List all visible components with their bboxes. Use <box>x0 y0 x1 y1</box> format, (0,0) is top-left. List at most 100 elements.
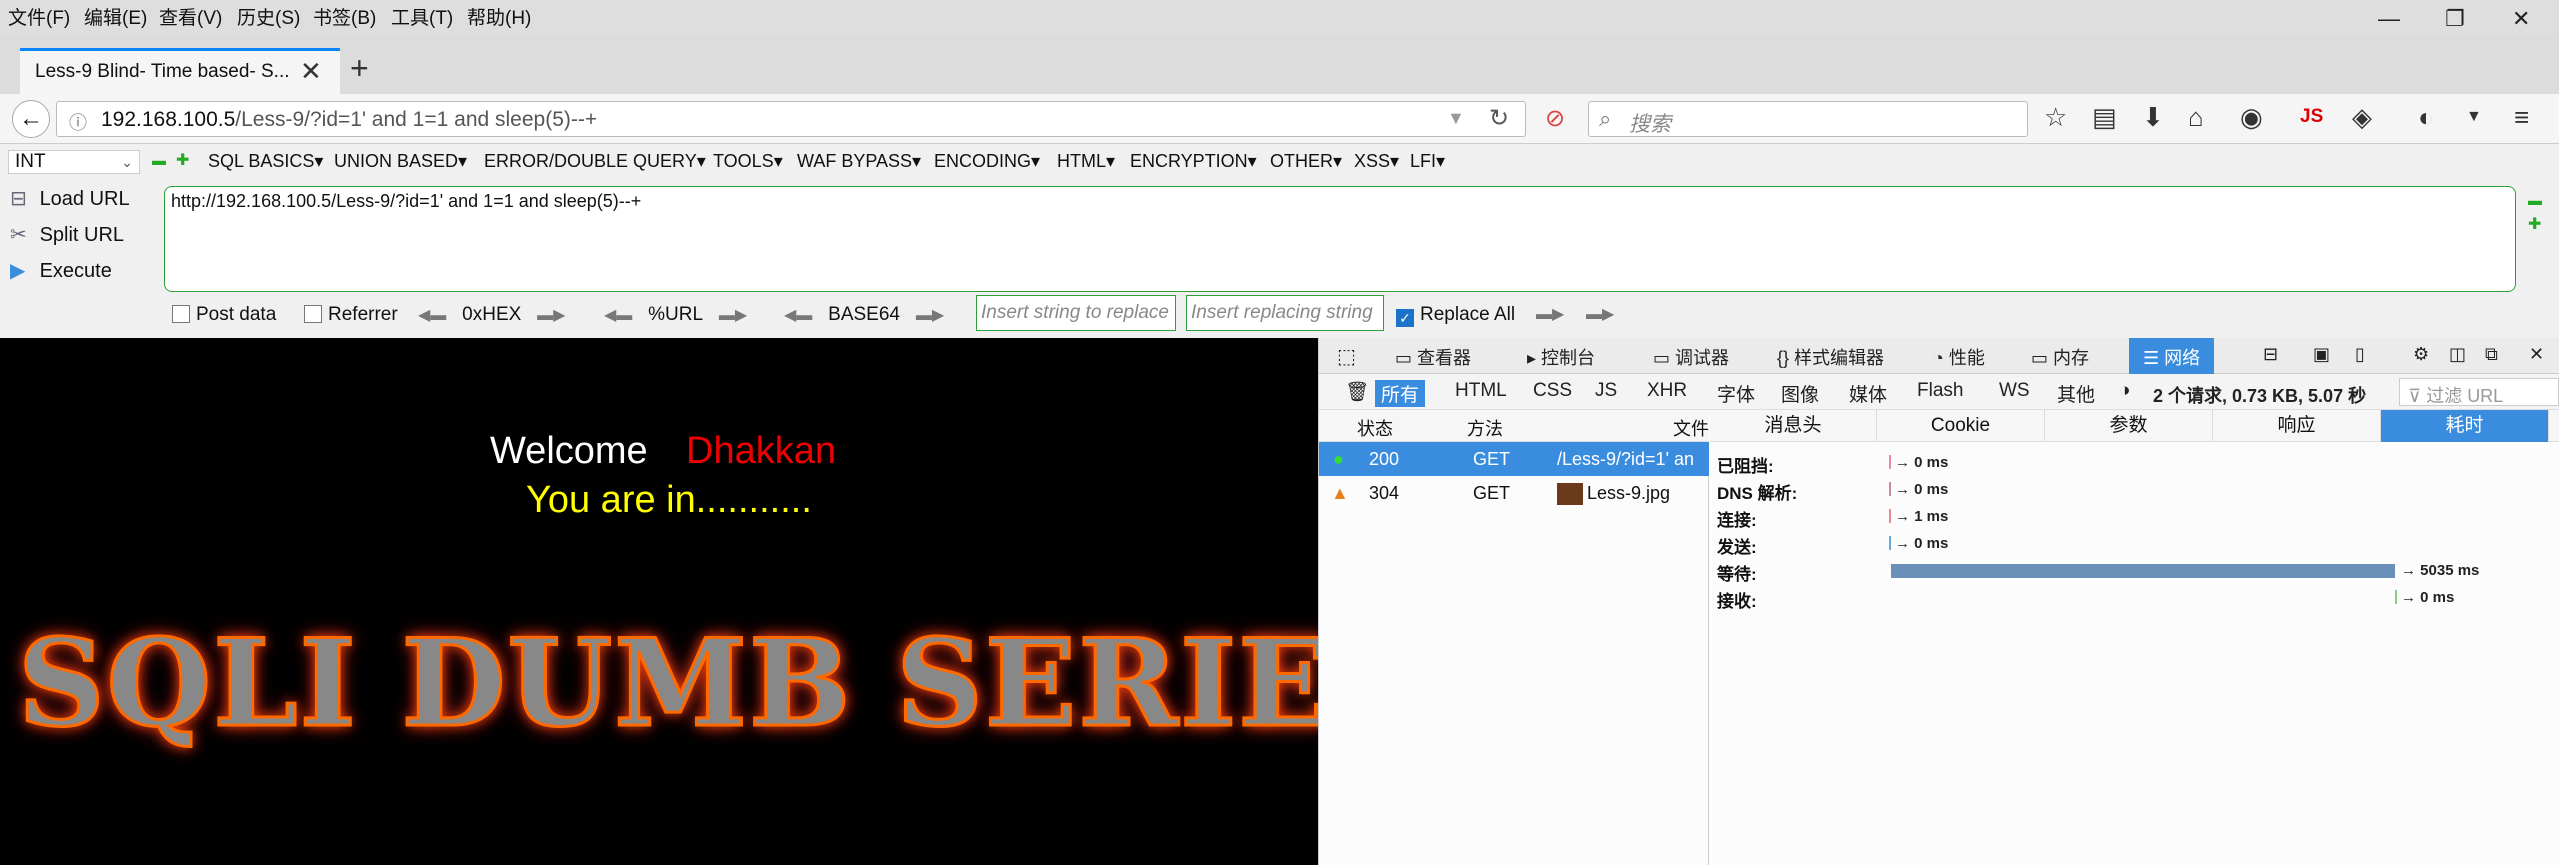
filter-xhr[interactable]: XHR <box>1641 380 1693 402</box>
plus-icon[interactable]: ✚ <box>2528 214 2541 234</box>
extension-icon[interactable]: ◈ <box>2352 102 2372 133</box>
filter-images[interactable]: 图像 <box>1775 380 1825 407</box>
col-method[interactable]: 方法 <box>1467 415 1503 441</box>
tab-network-label: 网络 <box>2164 348 2201 368</box>
dropdown-icon[interactable]: ▼ <box>1447 108 1465 129</box>
split-url-button[interactable]: ✂ Split URL <box>10 222 124 247</box>
post-data-checkbox[interactable]: Post data <box>172 304 276 326</box>
tab-headers[interactable]: 消息头 <box>1710 410 1877 442</box>
filter-all[interactable]: 所有 <box>1375 380 1426 407</box>
info-icon[interactable]: ⓘ <box>69 109 87 135</box>
hex-encode-button[interactable]: ◀▬ 0xHEX ▬▶ <box>418 304 565 326</box>
tab-timings[interactable]: 耗时 <box>2381 410 2549 442</box>
new-tab-button[interactable]: + <box>350 52 369 84</box>
menu-html[interactable]: HTML▾ <box>1057 151 1115 172</box>
replace-string-input[interactable]: Insert string to replace <box>976 295 1176 331</box>
palette-icon[interactable]: ◐ <box>2418 102 2434 133</box>
tab-console[interactable]: ▸ 控制台 <box>1527 344 1595 370</box>
menu-edit[interactable]: 编辑(E) <box>84 3 147 30</box>
execute-button[interactable]: ▶ Execute <box>10 258 112 283</box>
menu-other[interactable]: OTHER▾ <box>1270 151 1342 172</box>
url-textarea[interactable]: http://192.168.100.5/Less-9/?id=1' and 1… <box>164 186 2516 292</box>
minus-icon[interactable]: ▬ <box>152 152 166 168</box>
filter-html[interactable]: HTML <box>1449 380 1513 402</box>
url-bar[interactable]: ⓘ 192.168.100.5/Less-9/?id=1' and 1=1 an… <box>56 101 1526 137</box>
menu-encoding[interactable]: ENCODING▾ <box>934 151 1040 172</box>
menu-waf-bypass[interactable]: WAF BYPASS▾ <box>797 151 921 172</box>
download-icon[interactable]: ⬇ <box>2142 102 2164 133</box>
bookmark-star-icon[interactable]: ☆ <box>2044 102 2067 133</box>
filter-url-input[interactable]: ⊽ 过滤 URL <box>2399 378 2559 406</box>
more-dropdown-icon[interactable]: ▼ <box>2466 108 2482 126</box>
col-status[interactable]: 状态 <box>1357 415 1393 441</box>
tab-close-icon[interactable]: ✕ <box>300 56 322 87</box>
base64-button[interactable]: ◀▬ BASE64 ▬▶ <box>784 304 944 326</box>
menu-error-double-query[interactable]: ERROR/DOUBLE QUERY▾ <box>484 151 706 172</box>
globe-icon[interactable]: ◉ <box>2240 102 2263 133</box>
close-window-button[interactable]: ✕ <box>2512 6 2530 32</box>
tab-response[interactable]: 响应 <box>2213 410 2381 442</box>
referrer-checkbox[interactable]: Referrer <box>304 304 398 326</box>
tab-params[interactable]: 参数 <box>2045 410 2213 442</box>
restore-button[interactable]: ❐ <box>2445 6 2465 32</box>
console-split-icon[interactable]: ▣ <box>2313 344 2330 365</box>
replace-arrow-button[interactable]: ▬▶ <box>1536 304 1564 324</box>
filter-media[interactable]: 媒体 <box>1843 380 1893 407</box>
request-row[interactable]: ● 200 GET /Less-9/?id=1' an <box>1319 442 1709 476</box>
reading-list-icon[interactable]: ▤ <box>2092 102 2117 133</box>
menu-sql-basics[interactable]: SQL BASICS▾ <box>208 151 323 172</box>
undock-icon[interactable]: ⧉ <box>2485 344 2498 365</box>
tab-inspector[interactable]: ▭ 查看器 <box>1395 344 1471 370</box>
tab-memory[interactable]: ▭ 内存 <box>2031 344 2089 370</box>
hamburger-menu-icon[interactable]: ≡ <box>2514 102 2529 133</box>
filter-fonts[interactable]: 字体 <box>1711 380 1761 407</box>
plus-icon[interactable]: ✚ <box>176 150 189 170</box>
search-bar[interactable]: ⌕ 搜索 <box>1588 101 2028 137</box>
dock-icon[interactable]: ◫ <box>2449 344 2466 365</box>
menu-tools[interactable]: 工具(T) <box>391 3 453 30</box>
menu-encryption[interactable]: ENCRYPTION▾ <box>1130 151 1257 172</box>
tab-cookies[interactable]: Cookie <box>1877 410 2045 442</box>
layout-icon[interactable]: ⊟ <box>2263 344 2278 365</box>
menu-help[interactable]: 帮助(H) <box>467 3 531 30</box>
tab-less9[interactable]: Less-9 Blind- Time based- S... ✕ <box>20 48 340 94</box>
replace-arrow-button-2[interactable]: ▬▶ <box>1586 304 1614 324</box>
load-url-button[interactable]: ⊟ Load URL <box>10 186 130 211</box>
col-file[interactable]: 文件 <box>1673 415 1709 441</box>
back-button[interactable]: ← <box>12 100 50 138</box>
menu-union-based[interactable]: UNION BASED▾ <box>334 151 467 172</box>
pick-element-icon[interactable]: ⬚ <box>1337 344 1356 369</box>
url-encode-button[interactable]: ◀▬ %URL ▬▶ <box>604 304 747 326</box>
filter-js[interactable]: JS <box>1589 380 1623 402</box>
type-select[interactable]: INT ⌄ <box>8 150 140 174</box>
menu-history[interactable]: 历史(S) <box>237 3 300 30</box>
responsive-icon[interactable]: ▯ <box>2355 344 2365 365</box>
replace-all-checkbox[interactable]: ✓ Replace All <box>1396 304 1515 327</box>
filter-ws[interactable]: WS <box>1993 380 2036 402</box>
filter-flash[interactable]: Flash <box>1911 380 1969 402</box>
minus-icon[interactable]: ▬ <box>2528 192 2542 208</box>
request-row[interactable]: ▲ 304 GET Less-9.jpg <box>1319 476 1709 510</box>
tab-style-editor[interactable]: {} 样式编辑器 <box>1777 344 1884 370</box>
tab-debugger[interactable]: ▭ 调试器 <box>1653 344 1729 370</box>
filter-css[interactable]: CSS <box>1527 380 1578 402</box>
menu-view[interactable]: 查看(V) <box>159 3 222 30</box>
trash-icon[interactable]: 🗑 <box>1339 380 1375 404</box>
url-text[interactable]: 192.168.100.5/Less-9/?id=1' and 1=1 and … <box>101 108 597 132</box>
close-devtools-icon[interactable]: ✕ <box>2529 344 2544 365</box>
menu-file[interactable]: 文件(F) <box>8 3 70 30</box>
menu-lfi[interactable]: LFI▾ <box>1410 151 1445 172</box>
menu-xss[interactable]: XSS▾ <box>1354 151 1399 172</box>
filter-other[interactable]: 其他 <box>2051 380 2101 407</box>
home-icon[interactable]: ⌂ <box>2188 102 2204 133</box>
settings-icon[interactable]: ⚙ <box>2413 344 2429 365</box>
minimize-button[interactable]: — <box>2378 6 2400 32</box>
block-icon[interactable]: ⊘ <box>1545 104 1565 133</box>
menu-bookmarks[interactable]: 书签(B) <box>313 3 376 30</box>
tab-network[interactable]: ☰ 网络 <box>2129 338 2215 374</box>
js-toggle[interactable]: JS <box>2300 106 2323 128</box>
menu-tools[interactable]: TOOLS▾ <box>713 151 783 172</box>
reload-icon[interactable]: ↻ <box>1489 104 1509 133</box>
replacing-string-input[interactable]: Insert replacing string <box>1186 295 1384 331</box>
tab-performance[interactable]: ◔ 性能 <box>1933 344 1985 370</box>
